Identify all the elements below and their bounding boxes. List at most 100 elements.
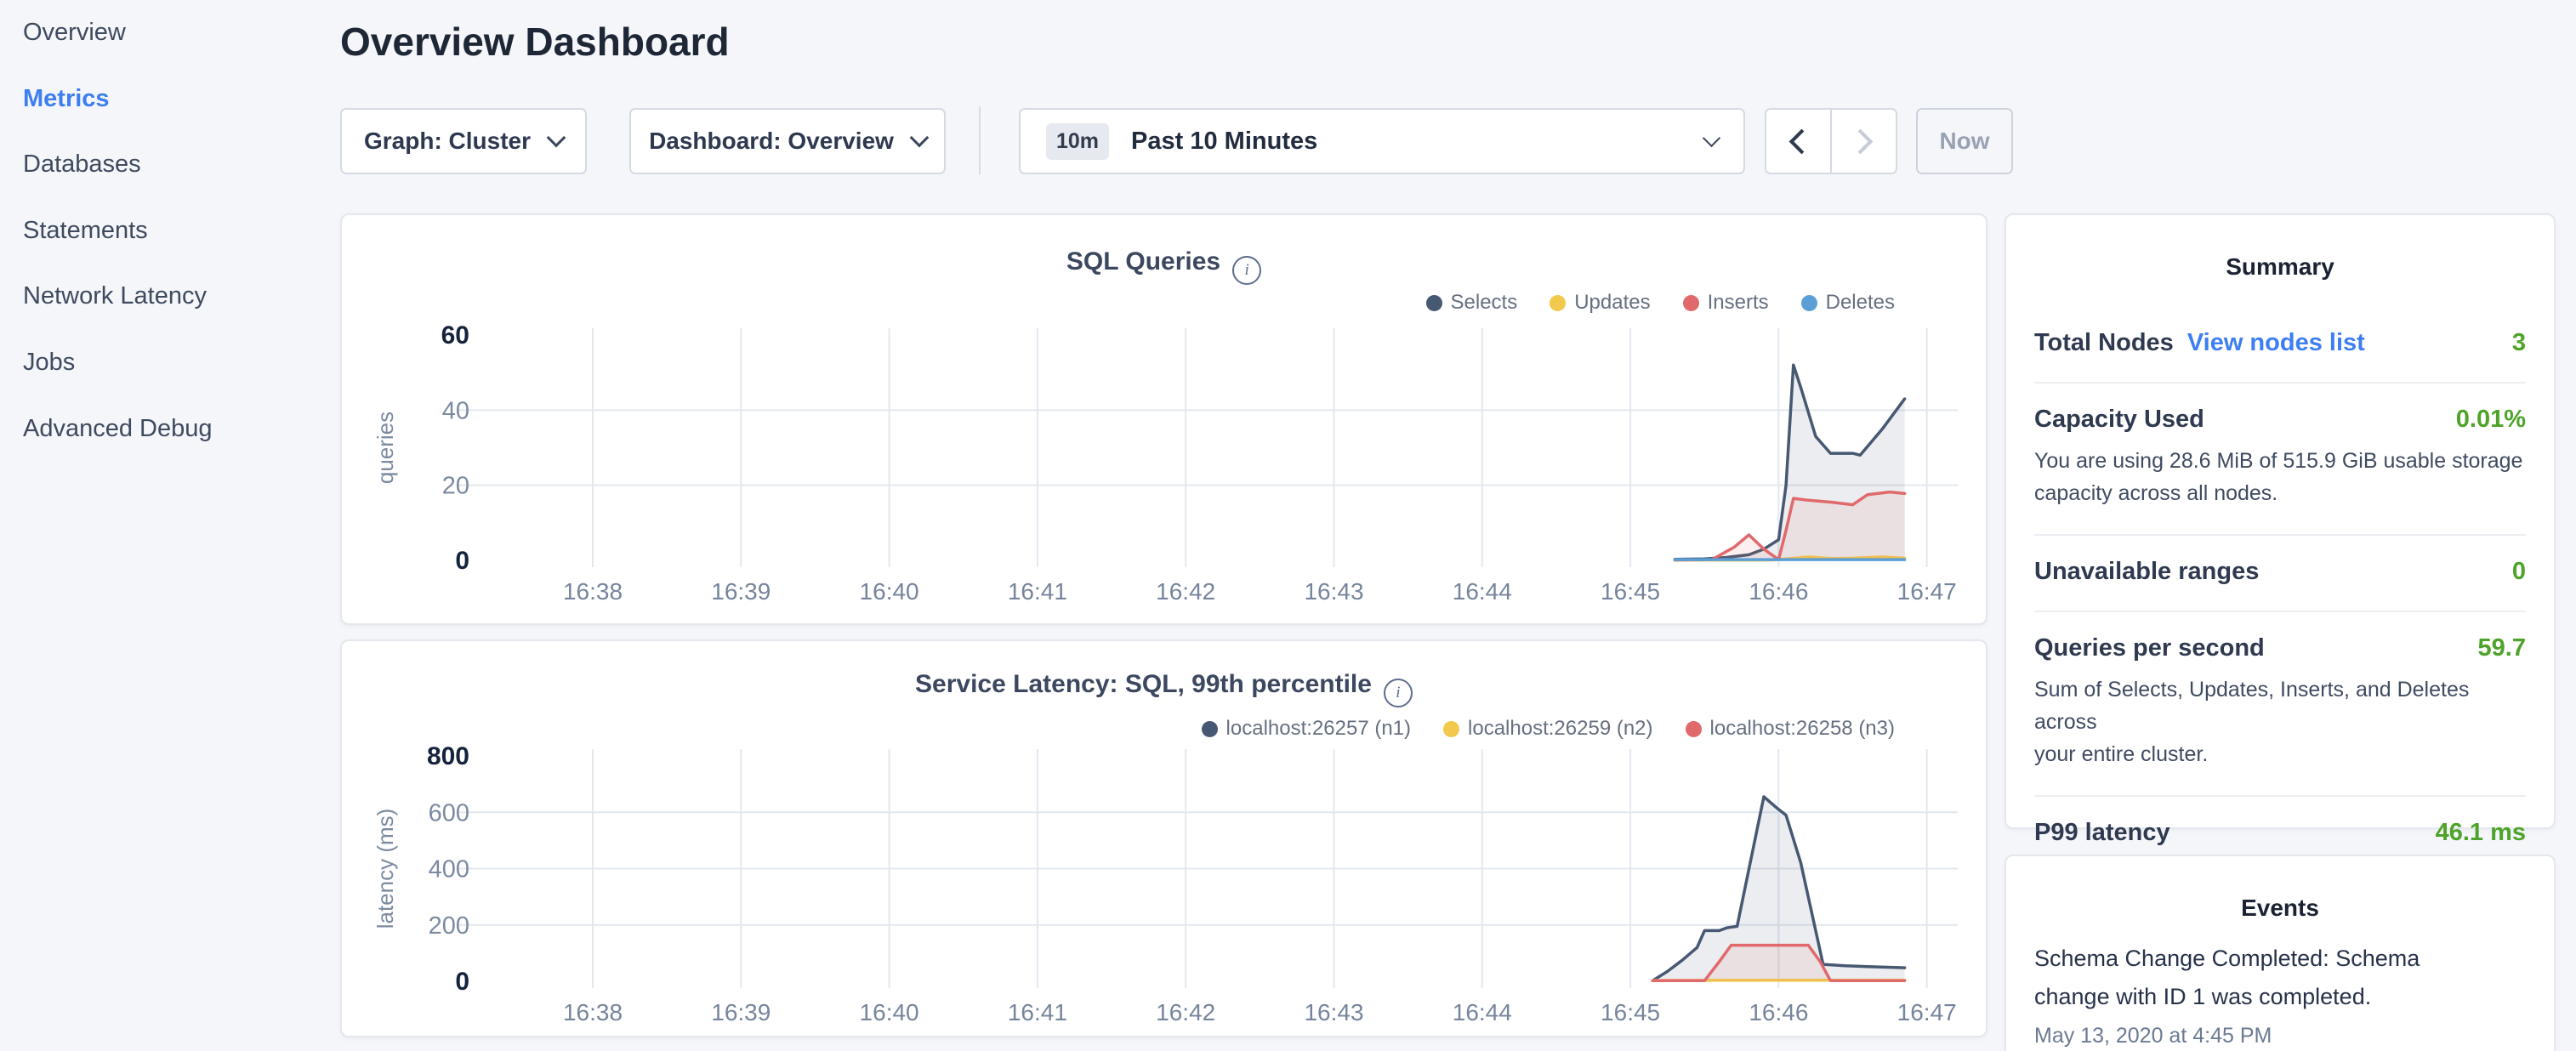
summary-label: Unavailable ranges <box>2034 558 2259 586</box>
svg-text:16:44: 16:44 <box>1453 999 1512 1025</box>
summary-label: Queries per second <box>2034 634 2265 662</box>
svg-text:queries: queries <box>372 412 398 484</box>
events-list: Schema Change Completed: Schema change w… <box>2034 940 2526 1048</box>
dashboard-selector-dropdown[interactable]: Dashboard: Overview <box>629 108 946 174</box>
service-latency-chart: 16:3816:3916:4016:4116:4216:4316:4416:45… <box>342 733 1989 1039</box>
legend-item-updates: Updates <box>1550 291 1650 315</box>
events-title: Events <box>2006 895 2554 922</box>
info-icon[interactable]: i <box>1384 679 1413 707</box>
legend-label: Selects <box>1451 291 1518 315</box>
dashboard-selector-label: Dashboard: Overview <box>649 128 894 155</box>
svg-text:60: 60 <box>441 321 469 349</box>
svg-text:0: 0 <box>455 547 469 575</box>
svg-text:800: 800 <box>427 742 469 770</box>
graph-selector-label: Graph: Cluster <box>364 128 531 155</box>
svg-text:400: 400 <box>429 856 469 883</box>
summary-description: You are using 28.6 MiB of 515.9 GiB usab… <box>2034 445 2526 509</box>
svg-text:16:47: 16:47 <box>1897 578 1957 605</box>
svg-text:16:41: 16:41 <box>1008 999 1067 1025</box>
legend-item-deletes: Deletes <box>1801 291 1895 315</box>
summary-label: Capacity Used <box>2034 406 2204 434</box>
summary-row-total-nodes: Total Nodes View nodes list 3 <box>2034 307 2526 383</box>
summary-value: 3 <box>2512 329 2526 357</box>
deletes-dot-icon <box>1801 295 1817 311</box>
svg-text:16:38: 16:38 <box>563 578 623 605</box>
legend-label: Deletes <box>1826 291 1895 315</box>
time-range-badge: 10m <box>1046 123 1109 160</box>
chevron-down-icon <box>547 128 566 148</box>
summary-value: 0.01% <box>2456 406 2526 434</box>
selects-dot-icon <box>1426 295 1442 311</box>
view-nodes-list-link[interactable]: View nodes list <box>2187 329 2365 357</box>
inserts-dot-icon <box>1683 295 1699 311</box>
updates-dot-icon <box>1550 295 1566 311</box>
summary-row-capacity-used: Capacity Used 0.01% You are using 28.6 M… <box>2034 383 2526 536</box>
svg-text:16:40: 16:40 <box>860 578 919 605</box>
legend-item-selects: Selects <box>1426 291 1518 315</box>
svg-text:16:45: 16:45 <box>1601 578 1660 605</box>
sidebar-item-databases[interactable]: Databases <box>23 149 141 179</box>
time-prev-button[interactable] <box>1766 110 1832 173</box>
svg-text:200: 200 <box>429 912 469 940</box>
service-latency-card: Service Latency: SQL, 99th percentile i l… <box>340 639 1987 1037</box>
sql-queries-chart: 16:38 16:39 16:40 16:41 16:42 16:43 16:44 16:45… <box>342 316 1989 614</box>
svg-text:16:38: 16:38 <box>563 999 623 1025</box>
time-range-label: Past 10 Minutes <box>1131 128 1317 156</box>
chevron-right-icon <box>1848 128 1874 154</box>
app-root: Overview Metrics Databases Statements Ne… <box>0 0 2576 1051</box>
svg-text:16:39: 16:39 <box>711 578 771 605</box>
svg-text:16:46: 16:46 <box>1749 999 1808 1025</box>
sidebar-item-network-latency[interactable]: Network Latency <box>23 281 207 311</box>
svg-text:16:43: 16:43 <box>1304 999 1363 1025</box>
toolbar-divider <box>979 106 981 174</box>
svg-text:16:43: 16:43 <box>1304 578 1363 605</box>
summary-description: Sum of Selects, Updates, Inserts, and De… <box>2034 673 2526 770</box>
svg-text:latency (ms): latency (ms) <box>372 809 398 929</box>
summary-body: Total Nodes View nodes list 3 Capacity U… <box>2034 307 2526 872</box>
event-timestamp: May 13, 2020 at 4:45 PM <box>2034 1024 2526 1048</box>
chevron-down-icon <box>910 128 930 148</box>
graph-selector-dropdown[interactable]: Graph: Cluster <box>340 108 587 174</box>
event-message: Schema Change Completed: Schema change w… <box>2034 940 2526 1016</box>
sidebar-item-overview[interactable]: Overview <box>23 17 126 48</box>
summary-value: 59.7 <box>2478 634 2526 662</box>
legend-item-inserts: Inserts <box>1683 291 1769 315</box>
svg-text:0: 0 <box>455 968 469 996</box>
chevron-down-icon <box>1703 128 1720 146</box>
svg-text:16:42: 16:42 <box>1156 578 1215 605</box>
time-range-dropdown[interactable]: 10m Past 10 Minutes <box>1019 108 1745 174</box>
chart-title: SQL Queries <box>1066 247 1220 276</box>
sql-queries-title-row: SQL Queries i <box>342 247 1986 285</box>
page-title: Overview Dashboard <box>340 19 730 65</box>
info-icon[interactable]: i <box>1232 256 1261 285</box>
svg-text:16:39: 16:39 <box>711 999 771 1025</box>
svg-text:16:42: 16:42 <box>1156 999 1215 1025</box>
svg-text:16:45: 16:45 <box>1601 999 1660 1025</box>
sql-queries-legend: Selects Updates Inserts Deletes <box>1426 291 1896 315</box>
sidebar-item-metrics[interactable]: Metrics <box>23 83 110 114</box>
summary-row-queries-per-second: Queries per second 59.7 Sum of Selects, … <box>2034 612 2526 797</box>
chart-title: Service Latency: SQL, 99th percentile <box>915 670 1372 698</box>
chevron-left-icon <box>1789 128 1815 154</box>
summary-row-unavailable-ranges: Unavailable ranges 0 <box>2034 536 2526 612</box>
time-next-button[interactable] <box>1832 110 1896 173</box>
events-card: Events Schema Change Completed: Schema c… <box>2005 855 2556 1051</box>
svg-text:16:47: 16:47 <box>1897 999 1957 1025</box>
sidebar-item-advanced-debug[interactable]: Advanced Debug <box>23 413 213 444</box>
svg-text:16:44: 16:44 <box>1453 578 1512 605</box>
svg-text:20: 20 <box>442 473 469 500</box>
summary-value: 0 <box>2512 558 2526 586</box>
sidebar-item-statements[interactable]: Statements <box>23 215 148 246</box>
service-latency-title-row: Service Latency: SQL, 99th percentile i <box>342 670 1986 707</box>
event-item[interactable]: Schema Change Completed: Schema change w… <box>2034 940 2526 1048</box>
svg-text:16:41: 16:41 <box>1008 578 1067 605</box>
sidebar-item-jobs[interactable]: Jobs <box>23 347 75 378</box>
now-button[interactable]: Now <box>1916 108 2013 174</box>
legend-label: Inserts <box>1708 291 1769 315</box>
summary-title: Summary <box>2006 253 2554 281</box>
time-nav-buttons <box>1765 108 1897 174</box>
legend-label: Updates <box>1574 291 1650 315</box>
summary-value: 46.1 ms <box>2436 819 2526 847</box>
summary-label: Total Nodes <box>2034 329 2174 357</box>
svg-text:600: 600 <box>429 799 469 827</box>
